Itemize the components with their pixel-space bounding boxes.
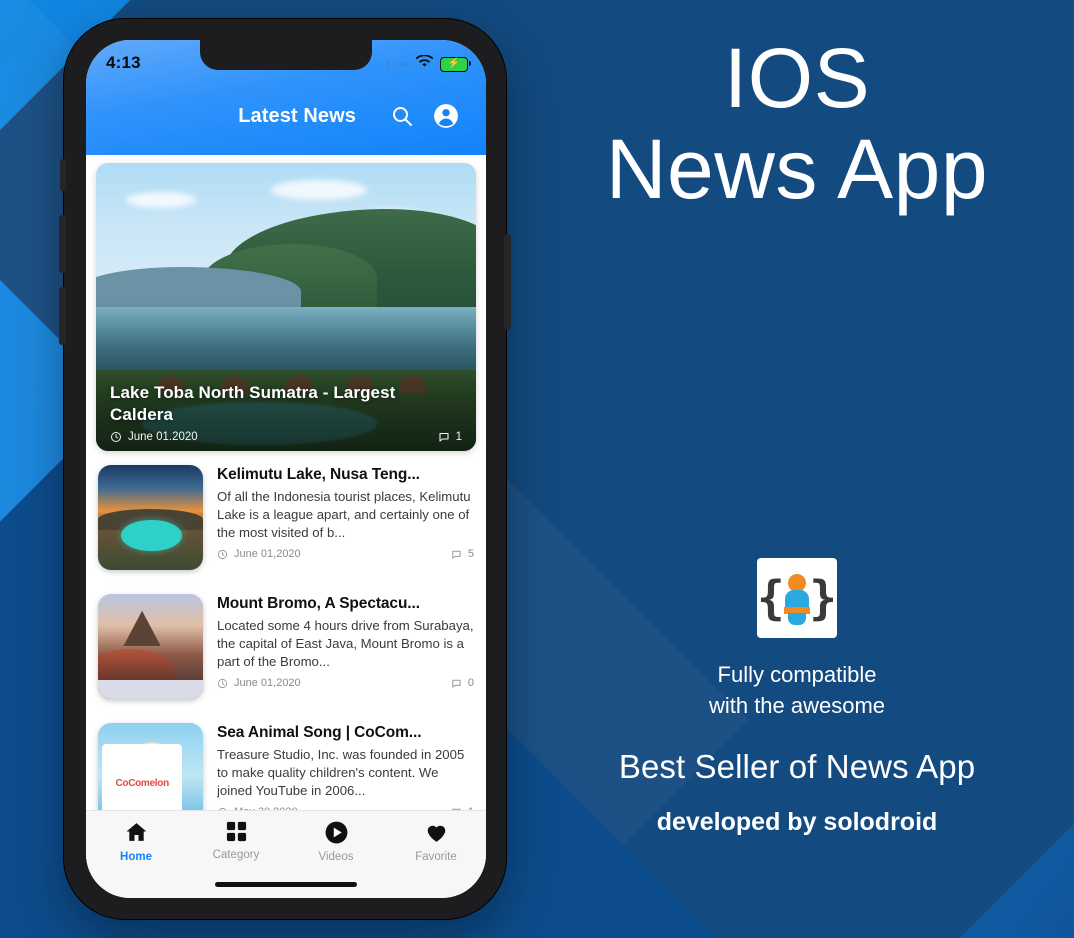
list-item[interactable]: CoComelon Sea Animal Song | CoCom... Tre… (96, 709, 476, 820)
solodroid-logo: { } (757, 558, 837, 638)
featured-article-text: Lake Toba North Sumatra - Largest Calder… (110, 382, 462, 443)
phone-notch (200, 40, 372, 70)
nav-item-videos[interactable]: Videos (286, 820, 386, 863)
promo-tagline-line2: with the awesome (708, 692, 886, 718)
promo-tagline-line1: Fully compatible (717, 662, 877, 687)
clock-icon (217, 678, 228, 688)
article-description: Located some 4 hours drive from Surabaya… (217, 617, 474, 670)
search-icon[interactable] (380, 94, 424, 138)
clock-icon (217, 549, 228, 559)
article-title: Sea Animal Song | CoCom... (217, 724, 422, 741)
nav-label-videos: Videos (318, 851, 354, 863)
article-date: June 01,2020 (234, 548, 301, 561)
nav-item-home[interactable]: Home (86, 820, 186, 863)
cocomelon-thumbnail: CoComelon (98, 723, 203, 820)
comment-icon (452, 550, 461, 559)
article-list: Kelimutu Lake, Nusa Teng... Of all the I… (86, 451, 486, 820)
promo-byline: developed by solodroid (656, 808, 938, 836)
article-meta: June 01,2020 5 (217, 548, 474, 560)
article-description: Of all the Indonesia tourist places, Kel… (217, 488, 471, 541)
nav-label-category: Category (212, 849, 260, 861)
grid-icon (226, 821, 246, 842)
promo-hero: IOS News App (520, 31, 1074, 216)
nav-label-home: Home (120, 851, 152, 863)
promo-panel: IOS News App { } Fully compatible with t… (520, 0, 1074, 938)
brace-right-icon: } (809, 571, 837, 625)
featured-article-card[interactable]: Lake Toba North Sumatra - Largest Calder… (96, 163, 476, 451)
signal-dots-icon (385, 62, 409, 66)
power-button[interactable] (504, 234, 511, 330)
person-icon (784, 574, 810, 625)
featured-article-meta: June 01.2020 1 (110, 431, 462, 443)
volume-down-button[interactable] (59, 287, 66, 345)
list-item[interactable]: Kelimutu Lake, Nusa Teng... Of all the I… (96, 451, 476, 580)
comment-icon (439, 432, 449, 442)
featured-article-comment-count: 1 (455, 431, 462, 443)
home-icon (126, 823, 146, 841)
promo-headline: Best Seller of News App (618, 748, 976, 785)
volume-up-button[interactable] (59, 215, 66, 273)
battery-charging-icon: ⚡ (440, 56, 472, 72)
featured-article-date: June 01.2020 (128, 431, 198, 443)
article-comment-count: 5 (467, 548, 474, 561)
wifi-icon (415, 54, 434, 73)
kelimutu-lake-thumbnail (98, 465, 203, 570)
play-circle-icon (325, 821, 347, 844)
article-description: Treasure Studio, Inc. was founded in 200… (217, 746, 465, 799)
promo-hero-line1: IOS (723, 31, 871, 125)
promo-hero-line2: News App (605, 121, 989, 216)
phone-screen: 4:13 ⚡ Latest News Lake Toba North Sumat… (86, 40, 486, 898)
article-comment-count: 0 (467, 677, 474, 690)
mount-bromo-thumbnail (98, 594, 203, 699)
status-indicators: ⚡ (385, 53, 472, 73)
account-circle-icon[interactable] (424, 94, 468, 138)
news-feed[interactable]: Lake Toba North Sumatra - Largest Calder… (86, 155, 486, 820)
status-time: 4:13 (106, 53, 141, 72)
nav-item-favorite[interactable]: Favorite (386, 820, 486, 863)
nav-item-category[interactable]: Category (186, 820, 286, 861)
article-title: Kelimutu Lake, Nusa Teng... (217, 466, 420, 483)
home-indicator[interactable] (215, 882, 357, 887)
article-title: Mount Bromo, A Spectacu... (217, 595, 420, 612)
cocomelon-logo: CoComelon (102, 743, 183, 820)
brace-left-icon: { (757, 571, 785, 625)
clock-icon (111, 432, 121, 442)
page-title: Latest News (238, 104, 356, 127)
featured-article-title: Lake Toba North Sumatra - Largest Calder… (110, 383, 396, 424)
list-item[interactable]: Mount Bromo, A Spectacu... Located some … (96, 580, 476, 709)
app-bar-title-row: Latest News (86, 86, 486, 146)
mute-switch[interactable] (60, 159, 66, 191)
bottom-navigation: Home Category Videos Favorite (86, 810, 486, 898)
article-meta: June 01,2020 0 (217, 677, 474, 689)
comment-icon (452, 679, 461, 688)
article-date: June 01,2020 (234, 677, 301, 690)
phone-mockup: 4:13 ⚡ Latest News Lake Toba North Sumat… (59, 18, 511, 920)
nav-label-favorite: Favorite (415, 851, 457, 863)
promo-tagline: Fully compatible with the awesome (520, 660, 1074, 722)
heart-icon (427, 825, 445, 842)
